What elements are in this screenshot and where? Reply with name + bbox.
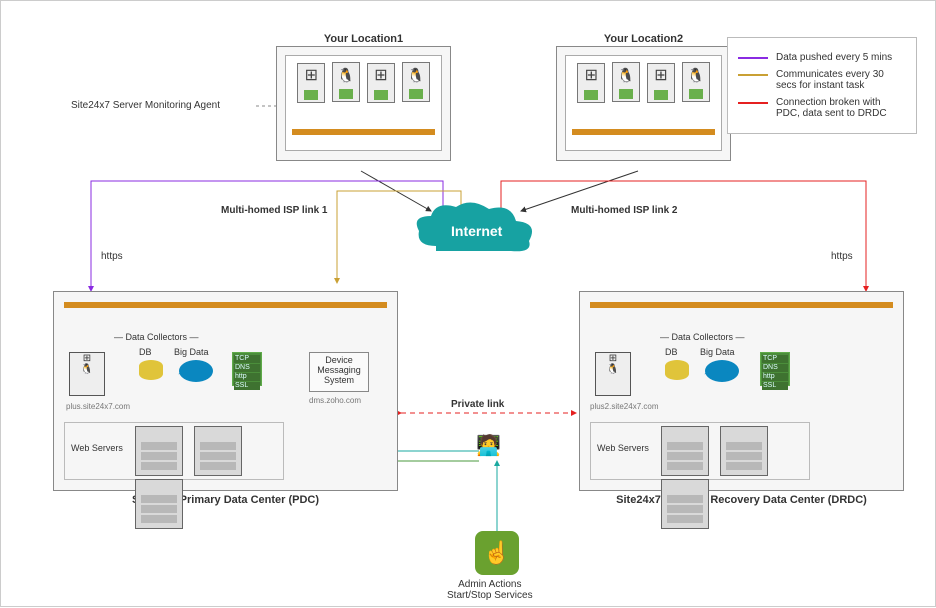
legend: Data pushed every 5 mins Communicates ev…: [727, 37, 917, 134]
isp1-label: Multi-homed ISP link 1: [221, 205, 328, 216]
server-icon: [682, 62, 710, 102]
legend-text: Data pushed every 5 mins: [776, 52, 892, 63]
db-icon: [139, 360, 163, 380]
drdc-db-label: DB: [665, 347, 678, 357]
protocol-icon: TCPDNShttpSSL: [760, 352, 790, 386]
server-icon: [577, 63, 605, 103]
admin-label: Admin Actions Start/Stop Services: [447, 579, 533, 601]
webservers-label: Web Servers: [71, 443, 123, 453]
isp2-label: Multi-homed ISP link 2: [571, 205, 678, 216]
agent-label: Site24x7 Server Monitoring Agent: [71, 100, 220, 111]
location2-title: Your Location2: [604, 33, 683, 45]
pdc-box: Site24x7 Primary Data Center (PDC) — Dat…: [53, 291, 398, 491]
rack-icon: [661, 426, 709, 476]
location2-box: Your Location2: [556, 46, 731, 161]
legend-text: Connection broken with PDC, data sent to…: [776, 97, 906, 119]
pdc-host: plus.site24x7.com: [66, 402, 130, 411]
server-icon: [612, 62, 640, 102]
drdc-host: plus2.site24x7.com: [590, 402, 658, 411]
drdc-box: Site24x7 Disaster Recovery Data Center (…: [579, 291, 904, 491]
rack-icon: [135, 426, 183, 476]
https-right: https: [831, 251, 853, 262]
internet-label: Internet: [451, 223, 502, 239]
legend-line-yellow: [738, 74, 768, 76]
db-label: DB: [139, 347, 152, 357]
legend-line-red: [738, 102, 768, 104]
pdc-collectors-label: — Data Collectors —: [114, 332, 199, 342]
rack-icon: [135, 479, 183, 529]
server-icon: [297, 63, 325, 103]
legend-text: Communicates every 30 secs for instant t…: [776, 69, 906, 91]
admin-person-icon: 🧑‍💻: [476, 433, 501, 458]
collector-icon: ⊞🐧: [595, 352, 631, 396]
drdc-collectors-label: — Data Collectors —: [660, 332, 745, 342]
internet-cloud: Internet: [411, 201, 541, 264]
admin-action-icon: ☝: [475, 531, 519, 575]
location1-title: Your Location1: [324, 33, 403, 45]
server-icon: [332, 62, 360, 102]
private-link-label: Private link: [451, 399, 504, 410]
server-icon: [402, 62, 430, 102]
server-icon: [647, 63, 675, 103]
protocol-icon: TCPDNShttpSSL: [232, 352, 262, 386]
rack-icon: [720, 426, 768, 476]
legend-line-purple: [738, 57, 768, 59]
rack-icon: [194, 426, 242, 476]
dms-host: dms.zoho.com: [309, 396, 361, 405]
bigdata-icon: [179, 360, 213, 382]
dms-box: Device Messaging System: [309, 352, 369, 392]
https-left: https: [101, 251, 123, 262]
db-icon: [665, 360, 689, 380]
collector-icon: ⊞🐧: [69, 352, 105, 396]
server-icon: [367, 63, 395, 103]
drdc-webservers-label: Web Servers: [597, 443, 649, 453]
bigdata-icon: [705, 360, 739, 382]
location1-box: Your Location1: [276, 46, 451, 161]
rack-icon: [661, 479, 709, 529]
